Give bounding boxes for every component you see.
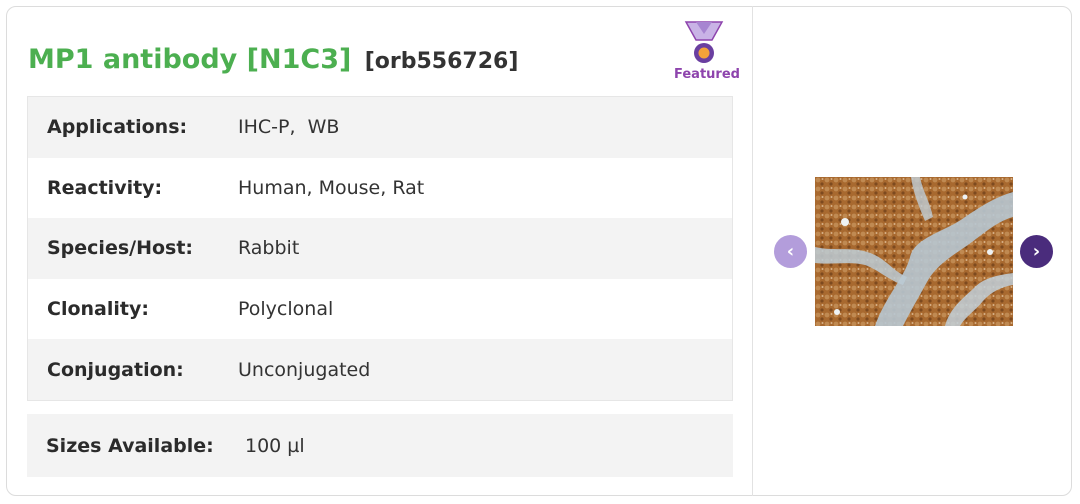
badge-label: Featured (674, 67, 740, 82)
spec-row-clonality: Clonality: Polyclonal (28, 278, 732, 340)
spec-label: Clonality: (47, 298, 149, 321)
product-title[interactable]: MP1 antibody [N1C3] [orb556726] (28, 43, 518, 79)
spec-label: Applications: (47, 116, 188, 139)
chevron-right-icon: › (1032, 241, 1041, 262)
featured-badge: Featured (674, 20, 740, 82)
spec-label: Reactivity: (47, 176, 163, 199)
spec-table: Applications: IHC-P, WB Reactivity: Huma… (27, 96, 733, 401)
product-name[interactable]: MP1 antibody [N1C3] (28, 44, 351, 75)
spec-value: Rabbit (238, 237, 300, 260)
medal-icon (684, 21, 724, 63)
spec-row-species-host: Species/Host: Rabbit (28, 218, 732, 279)
spec-value: Unconjugated (238, 358, 371, 381)
spec-value: Polyclonal (238, 298, 334, 321)
product-image[interactable] (815, 177, 1013, 326)
gallery-prev-button[interactable]: ‹ (774, 235, 807, 268)
spec-label: Species/Host: (47, 237, 194, 260)
spec-value: Human, Mouse, Rat (238, 176, 425, 199)
spec-row-conjugation: Conjugation: Unconjugated (28, 339, 732, 400)
chevron-left-icon: ‹ (786, 241, 795, 262)
card-divider (752, 6, 753, 496)
gallery-next-button[interactable]: › (1020, 235, 1053, 268)
spec-value: IHC-P, WB (238, 116, 340, 139)
sizes-available-row: Sizes Available: 100 µl (27, 414, 733, 477)
spec-row-applications: Applications: IHC-P, WB (28, 97, 732, 158)
spec-row-reactivity: Reactivity: Human, Mouse, Rat (28, 157, 732, 219)
sizes-value: 100 µl (245, 434, 305, 457)
product-sku: [orb556726] (364, 49, 519, 74)
ihc-stain-image (815, 177, 1013, 326)
spec-label: Conjugation: (47, 358, 184, 381)
sizes-label: Sizes Available: (46, 434, 214, 457)
